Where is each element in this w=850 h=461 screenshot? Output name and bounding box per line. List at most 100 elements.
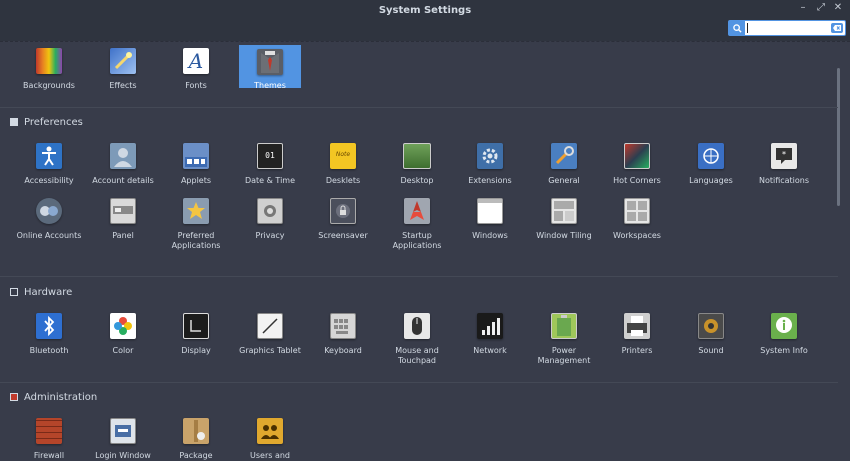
item-power-management[interactable]: Power Management — [529, 313, 599, 366]
item-notifications[interactable]: * Notifications — [749, 143, 819, 186]
item-bluetooth[interactable]: Bluetooth — [14, 313, 84, 356]
hardware-section-icon — [10, 288, 18, 296]
window-tiling-icon — [551, 198, 577, 224]
date-time-icon: 01 — [257, 143, 283, 169]
extensions-icon — [477, 143, 503, 169]
search-box[interactable] — [728, 20, 846, 36]
preferred-applications-icon — [183, 198, 209, 224]
item-hot-corners[interactable]: Hot Corners — [602, 143, 672, 186]
svg-text:*: * — [782, 150, 786, 159]
account-details-icon — [110, 143, 136, 169]
item-preferred-applications[interactable]: Preferred Applications — [161, 198, 231, 251]
item-fonts[interactable]: A Fonts — [161, 48, 231, 91]
item-date-time[interactable]: 01 Date & Time — [235, 143, 305, 186]
system-info-icon — [771, 313, 797, 339]
item-online-accounts[interactable]: Online Accounts — [14, 198, 84, 241]
item-privacy[interactable]: Privacy — [235, 198, 305, 241]
title-bar: System Settings – ⤢ ✕ — [0, 0, 850, 41]
item-sound[interactable]: Sound — [676, 313, 746, 356]
section-administration: Administration — [10, 390, 97, 404]
item-windows[interactable]: Windows — [455, 198, 525, 241]
display-icon — [183, 313, 209, 339]
windows-icon — [477, 198, 503, 224]
general-icon — [551, 143, 577, 169]
color-icon — [110, 313, 136, 339]
mouse-and-touchpad-icon — [404, 313, 430, 339]
login-window-icon — [110, 418, 136, 444]
item-accessibility[interactable]: Accessibility — [14, 143, 84, 186]
close-icon[interactable]: ✕ — [832, 2, 844, 14]
item-login-window[interactable]: Login Window — [88, 418, 158, 461]
hot-corners-icon — [624, 143, 650, 169]
firewall-icon — [36, 418, 62, 444]
item-startup-applications[interactable]: Startup Applications — [382, 198, 452, 251]
item-screensaver[interactable]: Screensaver — [308, 198, 378, 241]
accessibility-icon — [36, 143, 62, 169]
section-separator — [0, 276, 838, 277]
search-input[interactable] — [747, 21, 827, 35]
sound-icon — [698, 313, 724, 339]
package-icon — [183, 418, 209, 444]
item-desklets[interactable]: Note Desklets — [308, 143, 378, 186]
toolbar-divider — [0, 41, 850, 42]
item-languages[interactable]: Languages — [676, 143, 746, 186]
item-display[interactable]: Display — [161, 313, 231, 356]
item-keyboard[interactable]: Keyboard — [308, 313, 378, 356]
screensaver-icon — [330, 198, 356, 224]
administration-section-icon — [10, 393, 18, 401]
panel-icon — [110, 198, 136, 224]
item-system-info[interactable]: System Info — [749, 313, 819, 356]
startup-applications-icon — [404, 198, 430, 224]
desktop-icon — [403, 143, 431, 169]
users-and-groups-icon — [257, 418, 283, 444]
item-account-details[interactable]: Account details — [88, 143, 158, 186]
languages-icon — [698, 143, 724, 169]
item-network[interactable]: Network — [455, 313, 525, 356]
item-themes[interactable]: Themes — [239, 45, 301, 90]
effects-icon — [110, 48, 136, 74]
clear-search-icon[interactable] — [831, 23, 843, 33]
item-package[interactable]: Package — [161, 418, 231, 461]
item-window-tiling[interactable]: Window Tiling — [529, 198, 599, 241]
themes-icon — [257, 49, 283, 75]
item-panel[interactable]: Panel — [88, 198, 158, 241]
item-mouse-and-touchpad[interactable]: Mouse and Touchpad — [382, 313, 452, 366]
item-backgrounds[interactable]: Backgrounds — [14, 48, 84, 91]
section-separator — [0, 382, 838, 383]
item-graphics-tablet[interactable]: Graphics Tablet — [235, 313, 305, 356]
keyboard-icon — [330, 313, 356, 339]
backgrounds-icon — [36, 48, 62, 74]
item-applets[interactable]: Applets — [161, 143, 231, 186]
graphics-tablet-icon — [257, 313, 283, 339]
scrollbar[interactable] — [837, 68, 840, 206]
section-preferences: Preferences — [10, 115, 83, 129]
item-general[interactable]: General — [529, 143, 599, 186]
minimize-icon[interactable]: – — [797, 2, 809, 14]
item-workspaces[interactable]: Workspaces — [602, 198, 672, 241]
preferences-section-icon — [10, 118, 18, 126]
privacy-icon — [257, 198, 283, 224]
search-icon — [729, 21, 745, 35]
restore-icon[interactable]: ⤢ — [815, 2, 827, 14]
item-desktop[interactable]: Desktop — [382, 143, 452, 186]
item-effects[interactable]: Effects — [88, 48, 158, 91]
applets-icon — [183, 143, 209, 169]
item-color[interactable]: Color — [88, 313, 158, 356]
fonts-icon: A — [183, 48, 209, 74]
item-firewall[interactable]: Firewall — [14, 418, 84, 461]
window-title: System Settings — [378, 5, 472, 16]
online-accounts-icon — [36, 198, 62, 224]
power-management-icon — [551, 313, 577, 339]
network-icon — [477, 313, 503, 339]
item-printers[interactable]: Printers — [602, 313, 672, 356]
item-extensions[interactable]: Extensions — [455, 143, 525, 186]
workspaces-icon — [624, 198, 650, 224]
text-caret — [747, 23, 748, 33]
printers-icon — [624, 313, 650, 339]
desklets-icon: Note — [330, 143, 356, 169]
item-users-and-groups[interactable]: Users and — [235, 418, 305, 461]
bluetooth-icon — [36, 313, 62, 339]
section-separator — [0, 107, 838, 108]
section-hardware: Hardware — [10, 285, 72, 299]
notifications-icon: * — [771, 143, 797, 169]
